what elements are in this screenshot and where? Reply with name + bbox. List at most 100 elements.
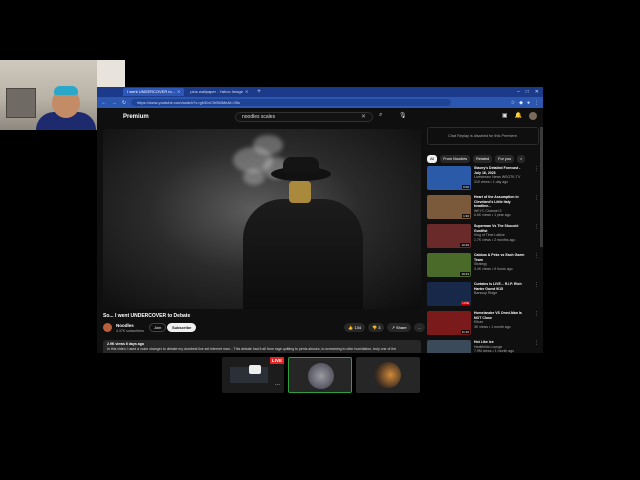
duration-badge: 0:00 xyxy=(462,185,470,189)
search-input[interactable]: noodles scales ✕ xyxy=(235,112,373,122)
recommendation-item[interactable]: 1:30 Heart of the Assumption in Cleveland… xyxy=(427,195,539,221)
recommendation-title[interactable]: Stacey's Detailed Forecast - July 16, 20… xyxy=(474,166,528,175)
figure-coat xyxy=(243,199,363,309)
menu-icon[interactable]: ⋮ xyxy=(534,100,539,106)
chips-next-icon[interactable]: > xyxy=(517,155,526,163)
chip-related[interactable]: Related xyxy=(473,155,493,163)
new-tab-button[interactable]: + xyxy=(254,89,264,95)
page-scrollbar[interactable] xyxy=(540,127,543,247)
channel-name[interactable]: Noodles xyxy=(116,323,134,328)
more-vert-icon[interactable]: ⋮ xyxy=(534,311,539,317)
more-vert-icon[interactable]: ⋮ xyxy=(534,340,539,346)
more-actions-button[interactable]: ... xyxy=(413,323,425,332)
video-thumbnail[interactable]: LIVE xyxy=(427,282,471,306)
recommendation-channel[interactable]: Barsoup Ridge xyxy=(474,291,528,296)
url-input[interactable]: https://www.youtube.com/watch?v=gNDnC9r5… xyxy=(131,99,451,106)
recommendation-info: Hot Like Ice Heatfields Lounge 7.9M views … xyxy=(474,340,528,353)
maximize-button[interactable]: □ xyxy=(526,89,529,95)
share-button[interactable]: ↗ Share xyxy=(387,323,411,332)
tray-participant-1[interactable] xyxy=(288,357,352,393)
dislike-button[interactable]: 👎 3 xyxy=(368,323,385,332)
recommendation-item[interactable]: 11:26 Homelander VS Omni-Man Is NOT Close… xyxy=(427,311,539,337)
back-icon[interactable]: ← xyxy=(101,100,107,106)
recommendation-title[interactable]: Superman Vs The Shocoid Guntfist xyxy=(474,224,528,233)
video-thumbnail[interactable]: 1:30 xyxy=(427,195,471,219)
like-button[interactable]: 👍 134 xyxy=(344,323,366,332)
participant-avatar xyxy=(375,362,401,388)
header-actions: ▣ 🔔 xyxy=(502,112,537,120)
video-thumbnail[interactable]: 11:26 xyxy=(427,311,471,335)
recommendation-meta: 7.9M views • 1 month ago xyxy=(474,349,515,353)
chip-for-you[interactable]: For you xyxy=(495,155,515,163)
tray-participant-2[interactable] xyxy=(356,357,420,393)
notifications-icon[interactable]: 🔔 xyxy=(515,112,522,120)
recommendation-item[interactable]: 3:29Hot Like IceHeatfields Lounge7.9M vi… xyxy=(427,340,539,353)
forward-icon[interactable]: → xyxy=(111,100,117,106)
description-text: In this video I used a voice changer to … xyxy=(107,347,397,351)
create-icon[interactable]: ▣ xyxy=(502,112,508,120)
more-vert-icon[interactable]: ⋮ xyxy=(534,282,539,288)
chip-from-channel[interactable]: From Noodles xyxy=(440,155,471,163)
figure-hat-crown xyxy=(283,157,319,173)
recommendation-info: Cabbus & Pekx vs Each Gaem Team Strategy 3… xyxy=(474,253,528,279)
recommendation-item[interactable]: 19:43 Cabbus & Pekx vs Each Gaem Team Stra… xyxy=(427,253,539,279)
video-thumbnail[interactable]: 19:43 xyxy=(427,253,471,277)
more-vert-icon[interactable]: ⋮ xyxy=(534,195,539,201)
account-avatar[interactable] xyxy=(529,112,537,120)
tab-label: I went UNDERCOVER to... xyxy=(127,89,176,94)
video-player[interactable] xyxy=(103,129,421,309)
video-thumbnail[interactable]: 0:00 xyxy=(427,166,471,190)
recommendation-meta: 6.6K views • 1 year ago xyxy=(474,213,511,217)
dislike-count: 3 xyxy=(378,325,381,330)
chat-icon xyxy=(249,365,261,374)
streamer-headset xyxy=(54,86,78,95)
recommendation-info: Curtains is LIVE... R.I.P. Rich Harter G… xyxy=(474,282,528,308)
recommendation-info: Heart of the Assumption in Cleveland's L… xyxy=(474,195,528,221)
recommendation-title[interactable]: Curtains is LIVE... R.I.P. Rich Harter G… xyxy=(474,282,528,291)
more-vert-icon[interactable]: ⋮ xyxy=(534,253,539,259)
extension-icon[interactable]: ◆ xyxy=(519,100,523,106)
channel-avatar[interactable] xyxy=(103,323,112,332)
mic-icon[interactable]: 🎙 xyxy=(399,112,407,119)
close-tab-icon[interactable]: ✕ xyxy=(177,88,180,96)
close-window-button[interactable]: ✕ xyxy=(535,89,539,95)
participant-avatar xyxy=(308,363,334,389)
close-tab-icon[interactable]: ✕ xyxy=(245,88,248,96)
recommendation-channel[interactable]: Livestream News WSGTK-TV xyxy=(474,175,528,180)
search-query: noodles scales xyxy=(242,114,276,120)
chip-all[interactable]: All xyxy=(427,155,438,163)
search-icon[interactable]: ⌕ xyxy=(379,112,382,119)
more-vert-icon[interactable]: ⋮ xyxy=(534,224,539,230)
recommendation-title[interactable]: Cabbus & Pekx vs Each Gaem Team xyxy=(474,253,528,262)
recommendation-item[interactable]: 0:00 Stacey's Detailed Forecast - July 16… xyxy=(427,166,539,192)
tab-yahoo[interactable]: plus wallpaper - Yahoo Image ✕ xyxy=(186,88,252,96)
live-badge: LIVE xyxy=(270,357,285,364)
tab-youtube[interactable]: I went UNDERCOVER to... ✕ xyxy=(123,88,185,96)
sidebar: Chat Replay is disabled for this Premier… xyxy=(427,127,539,353)
profile-icon[interactable]: ● xyxy=(527,100,530,106)
subscribe-button[interactable]: Subscribe xyxy=(167,323,197,332)
recommendation-item[interactable]: LIVE Curtains is LIVE... R.I.P. Rich Hart… xyxy=(427,282,539,308)
duration-badge: 1:30 xyxy=(462,214,470,218)
recommendation-title[interactable]: Heart of the Assumption in Cleveland's L… xyxy=(474,195,528,209)
duration-badge: 19:43 xyxy=(460,272,470,276)
minimize-button[interactable]: – xyxy=(517,89,520,95)
smoke xyxy=(243,169,265,185)
recommendation-item[interactable]: 10:29 Superman Vs The Shocoid Guntfist Kin… xyxy=(427,224,539,250)
join-button[interactable]: Join xyxy=(149,323,167,332)
description-box[interactable]: 2.9K views 6 days ago In this video I us… xyxy=(103,340,421,353)
duration-badge: LIVE xyxy=(461,301,470,305)
youtube-logo[interactable]: Premium xyxy=(123,114,149,120)
subscriber-count: 4.37K subscribers xyxy=(116,329,145,333)
recommendation-title[interactable]: Homelander VS Omni-Man Is NOT Close xyxy=(474,311,528,320)
more-vert-icon[interactable]: ⋮ xyxy=(534,166,539,172)
video-thumbnail[interactable]: 10:29 xyxy=(427,224,471,248)
video-thumbnail[interactable]: 3:29 xyxy=(427,340,471,353)
figure-face xyxy=(289,181,311,203)
clear-search-icon[interactable]: ✕ xyxy=(361,113,366,121)
chat-replay-disabled: Chat Replay is disabled for this Premier… xyxy=(427,127,539,145)
tray-more-icon[interactable]: ... xyxy=(275,381,280,387)
reload-icon[interactable]: ↻ xyxy=(121,100,127,106)
star-icon[interactable]: ☆ xyxy=(511,100,515,106)
extension-icons: ☆ ◆ ● ⋮ xyxy=(511,100,539,106)
